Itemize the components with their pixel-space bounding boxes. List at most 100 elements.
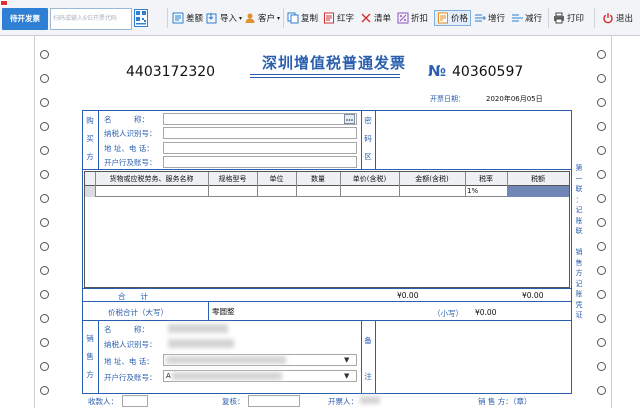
feed-hole bbox=[597, 50, 606, 59]
chevron-down-icon[interactable]: ▼ bbox=[344, 356, 349, 364]
title-underline bbox=[250, 74, 400, 75]
feed-hole bbox=[40, 98, 49, 107]
seller-address-redacted bbox=[166, 356, 286, 364]
copy-button-label: 复制 bbox=[301, 14, 319, 24]
totals-tax: ¥0.00 bbox=[522, 291, 544, 300]
customer-button[interactable]: 客户 ▾ bbox=[244, 10, 280, 26]
seller-tax-id-label: 纳税人识别号： bbox=[104, 340, 157, 349]
feed-hole bbox=[40, 50, 49, 59]
seller-name-redacted bbox=[168, 324, 228, 333]
payee-input[interactable] bbox=[122, 395, 148, 407]
totals-top-divider bbox=[82, 288, 572, 289]
remark-divider-right bbox=[375, 320, 376, 394]
feed-hole bbox=[40, 386, 49, 395]
totals-label: 合 计 bbox=[118, 292, 148, 301]
toolbar-separator bbox=[548, 8, 549, 28]
feed-hole bbox=[597, 386, 606, 395]
invoice-title: 深圳增值税普通发票 bbox=[262, 54, 407, 72]
discount-icon bbox=[397, 12, 409, 24]
remove-row-button[interactable]: 减行 bbox=[511, 10, 542, 26]
column-header-unit: 单位 bbox=[269, 175, 284, 183]
tax-rate-cell[interactable]: 1% bbox=[467, 187, 478, 195]
copy-icon bbox=[287, 12, 299, 24]
feed-hole bbox=[40, 218, 49, 227]
buyer-section-divider bbox=[82, 169, 572, 170]
list-icon bbox=[361, 13, 371, 23]
feed-hole bbox=[597, 338, 606, 347]
table-row[interactable] bbox=[85, 186, 569, 197]
chevron-down-icon[interactable]: ▼ bbox=[344, 372, 349, 380]
seller-tax-id-redacted bbox=[168, 339, 234, 348]
feed-hole bbox=[597, 290, 606, 299]
column-header-amount: 金额(含税) bbox=[415, 175, 449, 183]
feed-hole bbox=[597, 266, 606, 275]
buyer-bank-input[interactable] bbox=[163, 156, 357, 168]
exit-button[interactable]: 退出 bbox=[602, 10, 633, 26]
add-row-button[interactable]: 增行 bbox=[474, 10, 505, 26]
column-header-quantity: 数量 bbox=[311, 175, 325, 183]
cipher-divider-left bbox=[361, 110, 362, 169]
print-button[interactable]: 打印 bbox=[553, 10, 584, 26]
feed-hole bbox=[40, 170, 49, 179]
column-header-goods: 货物或应税劳务、服务名称 bbox=[109, 175, 194, 183]
invoice-number: 40360597 bbox=[452, 64, 524, 80]
remove-row-icon bbox=[512, 14, 523, 22]
feed-hole bbox=[597, 194, 606, 203]
reviewer-input[interactable] bbox=[248, 395, 300, 407]
issue-date-label: 开票日期： bbox=[430, 95, 465, 103]
feed-hole bbox=[597, 98, 606, 107]
buyer-tax-id-input[interactable] bbox=[163, 127, 357, 139]
feed-hole bbox=[40, 74, 49, 83]
feed-hole bbox=[597, 218, 606, 227]
add-row-button-label: 增行 bbox=[488, 14, 506, 24]
totals-bottom-divider bbox=[82, 301, 572, 302]
remark-divider-left bbox=[361, 320, 362, 394]
row-selector[interactable] bbox=[85, 186, 95, 197]
copy-button[interactable]: 复制 bbox=[287, 10, 318, 26]
reviewer-label: 复核： bbox=[222, 397, 245, 406]
buyer-address-input[interactable] bbox=[163, 142, 357, 154]
grand-total-label-divider bbox=[208, 301, 209, 320]
list-button[interactable]: 清单 bbox=[360, 10, 391, 26]
number-symbol: № bbox=[428, 62, 447, 80]
buyer-address-label: 地 址、电 话： bbox=[104, 144, 154, 153]
buyer-lookup-button[interactable] bbox=[344, 114, 355, 124]
qr-code-icon[interactable] bbox=[134, 9, 148, 27]
seller-bank-label: 开户行及账号： bbox=[104, 373, 157, 382]
import-button[interactable]: 导入 ▾ bbox=[206, 10, 242, 26]
remark-label: 备 注 bbox=[364, 336, 372, 381]
tax-amount-cell-selected[interactable] bbox=[507, 186, 569, 197]
invoice-code: 4403172320 bbox=[126, 64, 216, 80]
diff-button-label: 差额 bbox=[186, 14, 204, 24]
diff-button[interactable]: 差额 bbox=[172, 10, 203, 26]
column-header-tax-amount: 税额 bbox=[531, 175, 545, 183]
pending-invoice-button[interactable]: 待开发票 bbox=[2, 8, 48, 30]
toolbar: 待开发票 扫码或输入6位开票代码 差额 导入 ▾ 客户 ▾ 复制 红字 清单 折… bbox=[0, 0, 640, 36]
feed-hole bbox=[40, 266, 49, 275]
grand-total-uppercase: 零圆整 bbox=[212, 307, 235, 316]
feed-hole bbox=[597, 242, 606, 251]
price-tag-icon bbox=[438, 12, 448, 24]
chevron-down-icon: ▾ bbox=[239, 14, 243, 22]
red-invoice-button[interactable]: 红字 bbox=[323, 10, 354, 26]
feed-hole bbox=[40, 290, 49, 299]
red-invoice-icon bbox=[324, 12, 334, 24]
totals-amount: ¥0.00 bbox=[397, 291, 419, 300]
toolbar-separator bbox=[283, 8, 284, 28]
feed-hole bbox=[40, 122, 49, 131]
feed-hole bbox=[597, 314, 606, 323]
customer-button-label: 客户 bbox=[258, 14, 276, 24]
toolbar-separator bbox=[167, 8, 168, 28]
buyer-name-input[interactable] bbox=[163, 113, 357, 125]
buyer-tax-id-label: 纳税人识别号： bbox=[104, 129, 157, 138]
seller-side-label: 销 售 方 bbox=[86, 334, 94, 379]
column-header-unit-price: 单价(含税) bbox=[352, 175, 387, 183]
seller-seal-label: 销 售 方：（章） bbox=[478, 397, 532, 406]
feed-hole bbox=[597, 146, 606, 155]
discount-button[interactable]: 折扣 bbox=[397, 10, 428, 26]
invoice-code-search-input[interactable]: 扫码或输入6位开票代码 bbox=[50, 8, 132, 30]
grand-total-label: 价税合计（大写） bbox=[108, 308, 168, 317]
feed-hole bbox=[597, 74, 606, 83]
feed-hole bbox=[40, 242, 49, 251]
price-button[interactable]: 价格 bbox=[434, 10, 472, 26]
